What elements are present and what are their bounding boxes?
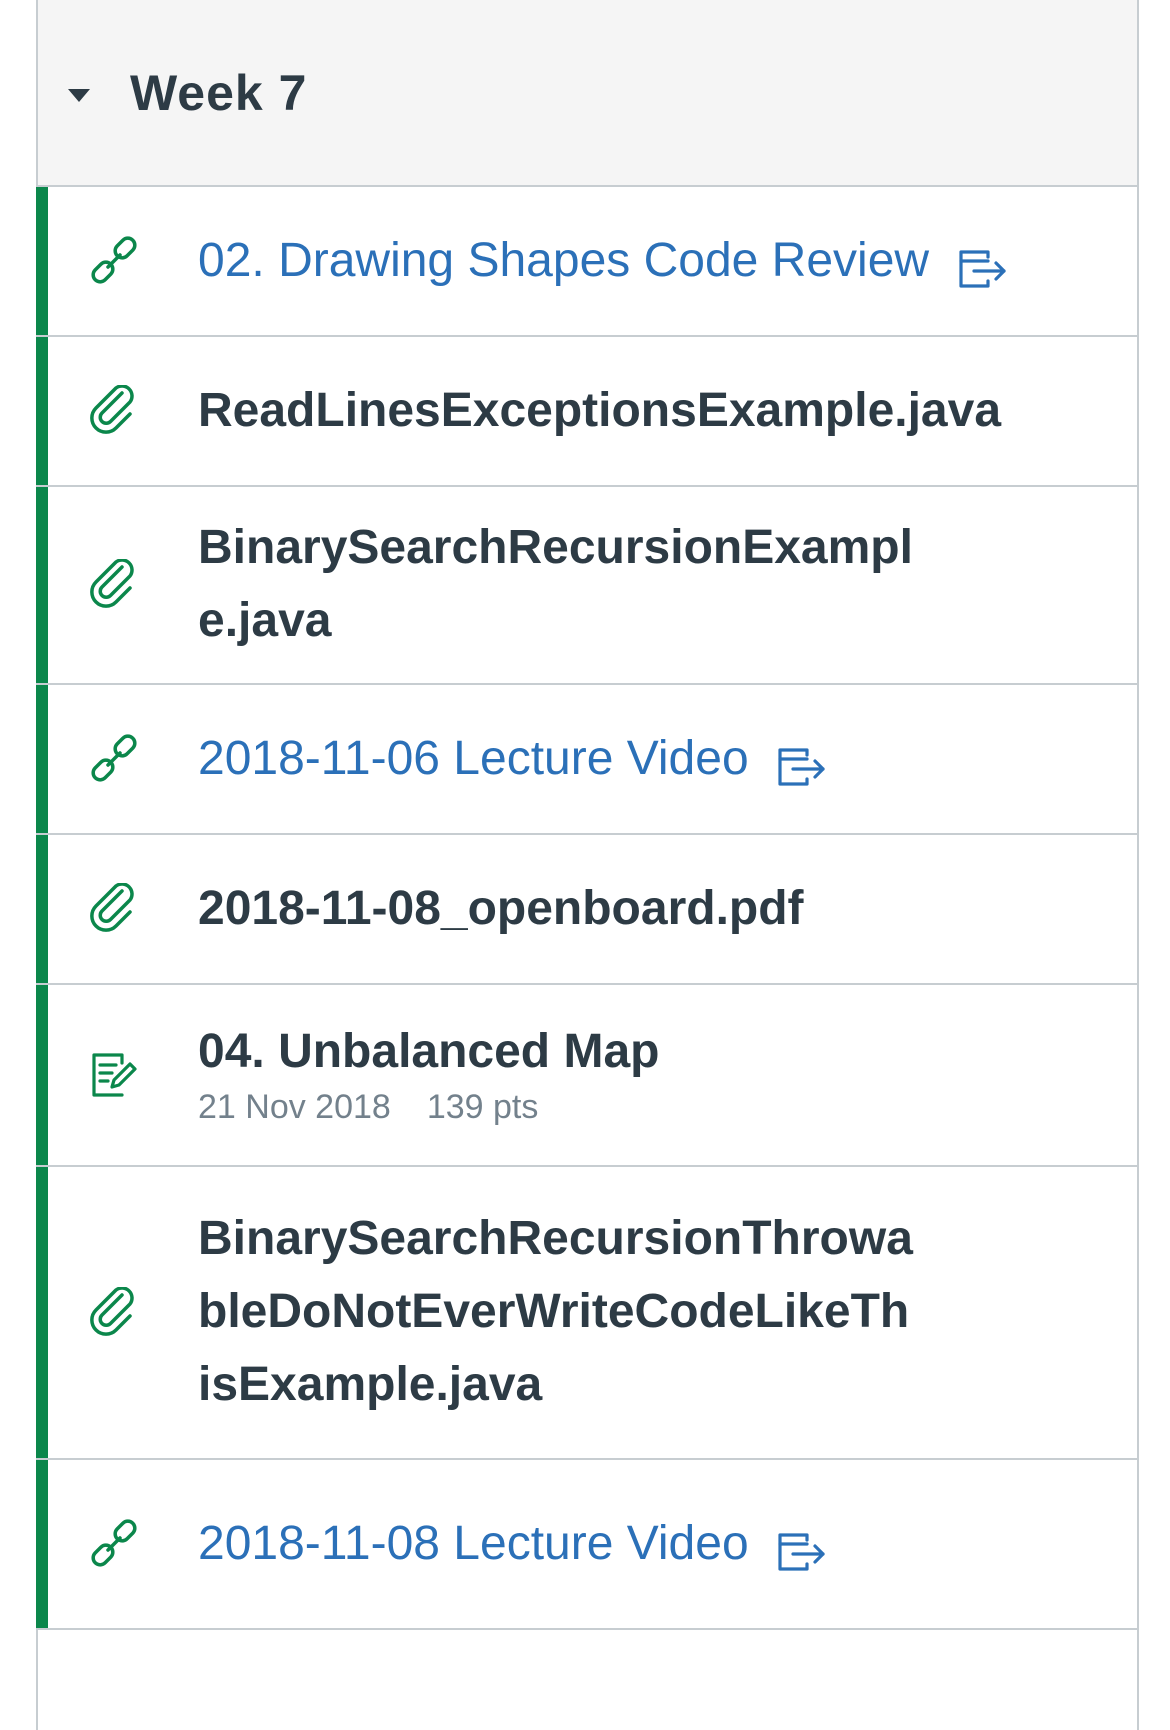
link-icon (91, 734, 137, 782)
module-item-link[interactable]: 02. Drawing Shapes Code Review (36, 187, 1137, 337)
external-window-icon (778, 1533, 825, 1571)
item-title[interactable]: BinarySearchRecursionExample.java (198, 512, 918, 658)
paperclip-icon (90, 559, 134, 608)
item-title[interactable]: BinarySearchRecursionThrowableDoNotEverW… (198, 1203, 918, 1422)
item-title[interactable]: 2018-11-08 Lecture Video (198, 1517, 749, 1570)
module-item-file[interactable]: ReadLinesExceptionsExample.java (36, 337, 1137, 487)
module-item-link[interactable]: 2018-11-06 Lecture Video (36, 685, 1137, 835)
due-date: 21 Nov 2018 (198, 1088, 391, 1127)
paperclip-icon (90, 883, 134, 932)
item-title[interactable]: 02. Drawing Shapes Code Review (198, 234, 929, 287)
module-item-link[interactable]: 2018-11-08 Lecture Video (36, 1460, 1137, 1630)
link-icon (91, 1519, 137, 1567)
module-item-file[interactable]: BinarySearchRecursionExample.java (36, 487, 1137, 685)
external-window-icon (958, 250, 1006, 288)
link-icon (91, 236, 137, 284)
assignment-icon (92, 1053, 137, 1097)
module-week-7: Week 7 02. Drawing Shapes Code Review Re… (36, 0, 1139, 1730)
module-item-file[interactable]: 2018-11-08_openboard.pdf (36, 835, 1137, 985)
item-title[interactable]: 2018-11-08_openboard.pdf (198, 882, 804, 935)
item-meta: 21 Nov 2018 139 pts (198, 1088, 1038, 1127)
paperclip-icon (90, 1286, 134, 1336)
module-header[interactable]: Week 7 (38, 0, 1137, 187)
module-item-assignment[interactable]: 04. Unbalanced Map 21 Nov 2018 139 pts (36, 985, 1137, 1167)
module-item-file[interactable]: BinarySearchRecursionThrowableDoNotEverW… (36, 1167, 1137, 1460)
item-title[interactable]: ReadLinesExceptionsExample.java (198, 384, 1001, 437)
item-title[interactable]: 2018-11-06 Lecture Video (198, 732, 749, 785)
module-title: Week 7 (130, 64, 308, 121)
external-window-icon (778, 748, 825, 786)
item-title[interactable]: 04. Unbalanced Map (198, 1023, 1038, 1081)
module-items: 02. Drawing Shapes Code Review ReadLines… (36, 187, 1137, 1630)
caret-down-icon[interactable] (68, 89, 90, 102)
points: 139 pts (426, 1088, 539, 1127)
paperclip-icon (90, 385, 134, 434)
